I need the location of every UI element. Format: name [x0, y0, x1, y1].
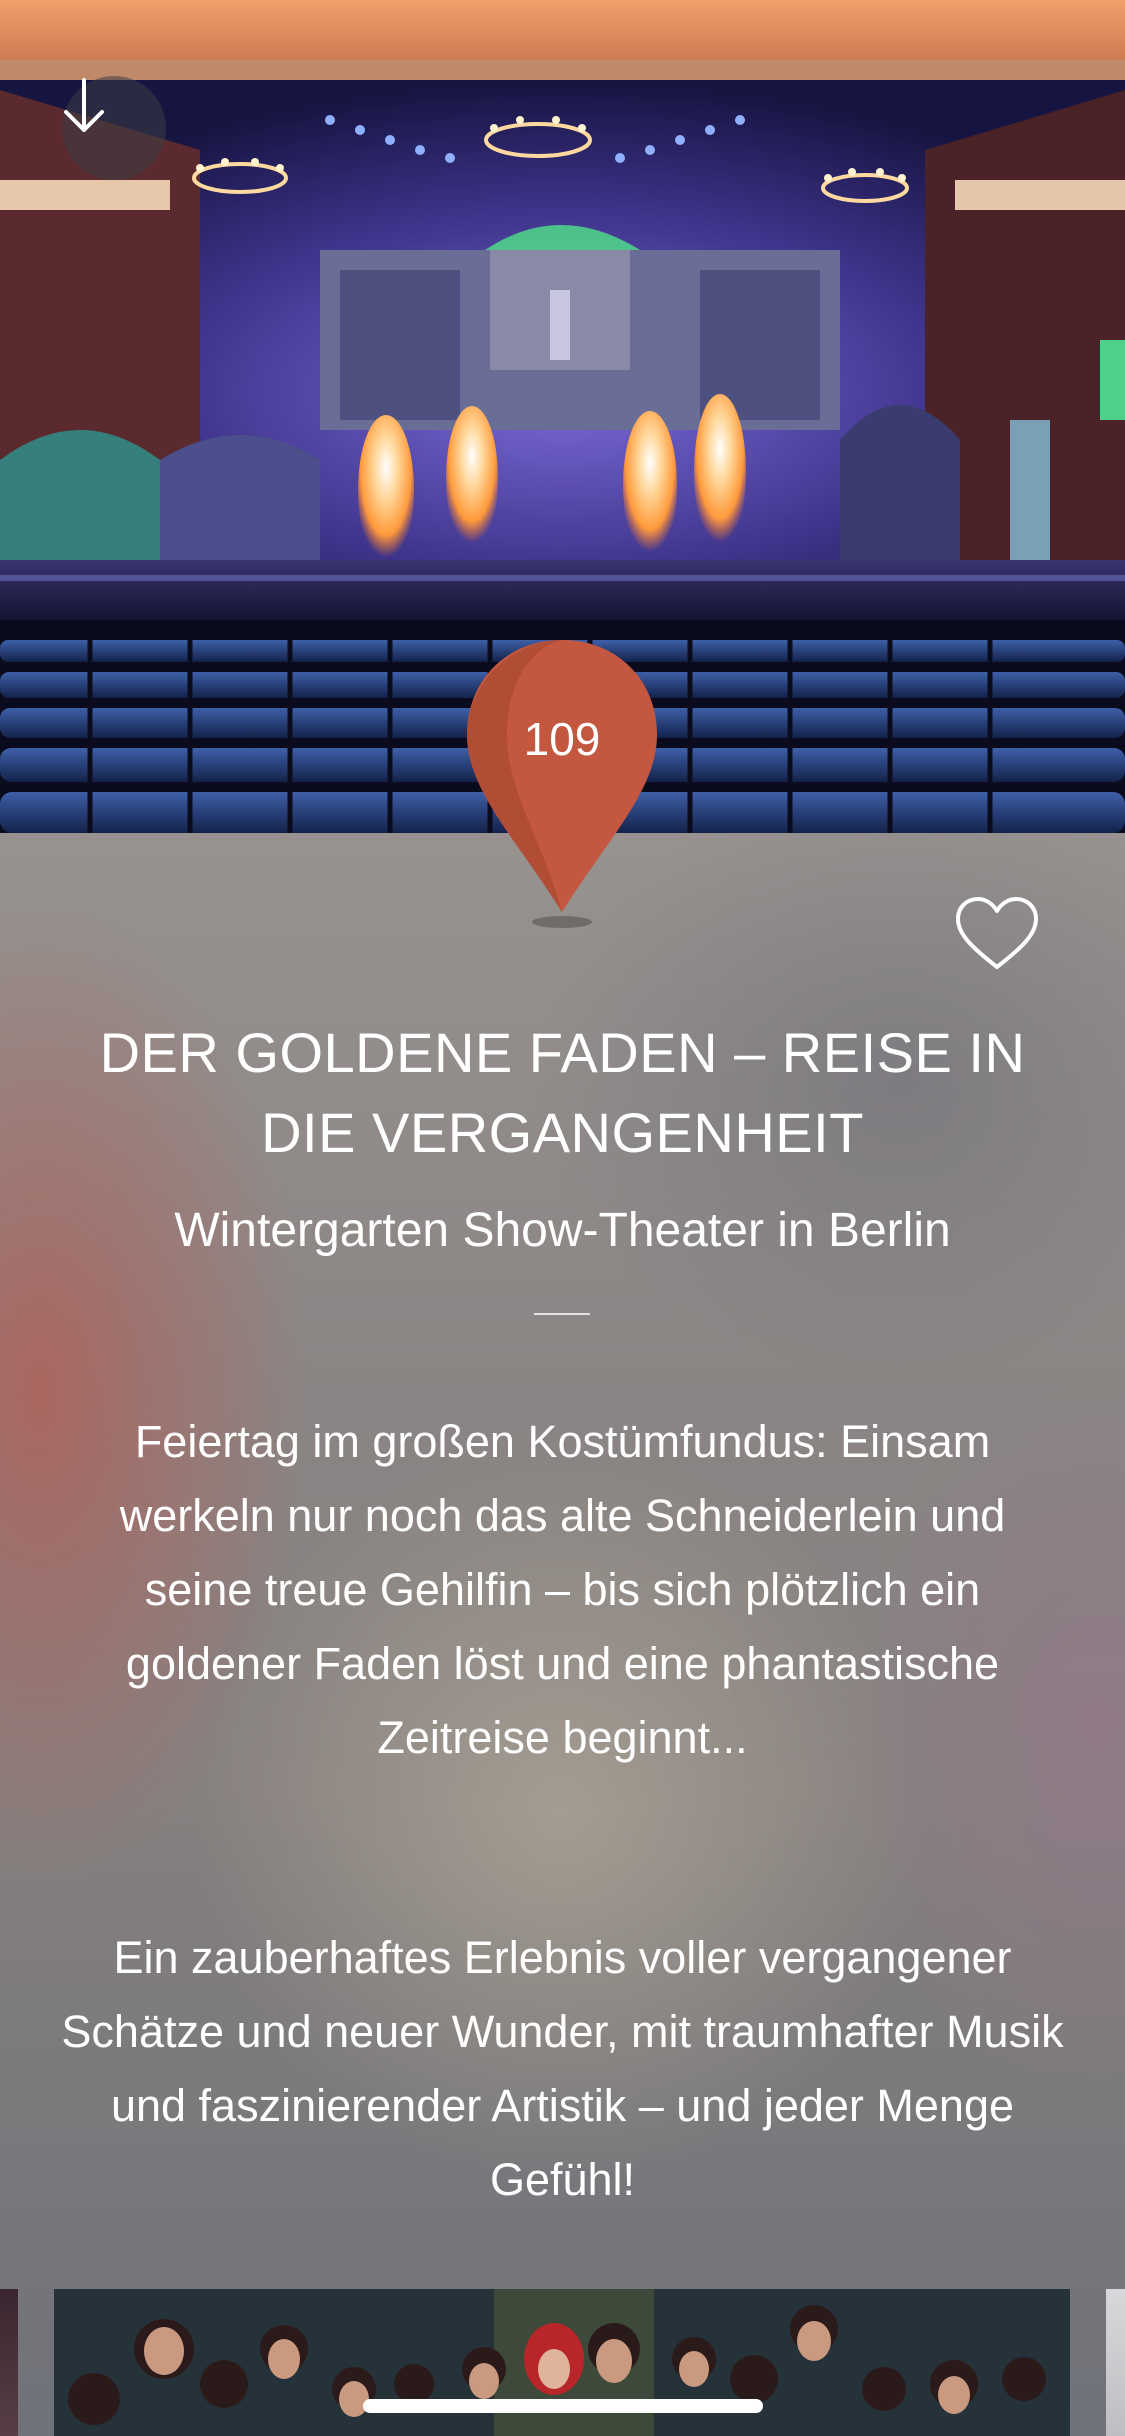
- description-paragraph: Ein zauberhaftes Erlebnis voller vergang…: [61, 1932, 1064, 2205]
- divider: [534, 1313, 590, 1315]
- event-title: DER GOLDENE FADEN – REISE IN DIE VERGANG…: [99, 1021, 1026, 1164]
- pin-number: 109: [523, 713, 601, 765]
- arrow-down-icon: [64, 78, 104, 132]
- event-details: DER GOLDENE FADEN – REISE IN DIE VERGANG…: [0, 833, 1125, 2436]
- map-pin-icon: 109: [467, 640, 657, 930]
- photo-carousel[interactable]: [0, 2289, 1125, 2436]
- cast-photo: [54, 2289, 1070, 2436]
- carousel-photo[interactable]: [1106, 2289, 1125, 2436]
- home-indicator[interactable]: [363, 2399, 763, 2413]
- back-button[interactable]: [62, 76, 166, 180]
- event-detail-screen: DER GOLDENE FADEN – REISE IN DIE VERGANG…: [0, 0, 1125, 2436]
- carousel-photo[interactable]: [54, 2289, 1070, 2436]
- carousel-photo[interactable]: [0, 2289, 18, 2436]
- description-paragraph: Feiertag im großen Kostümfundus: Einsam …: [119, 1416, 1006, 1763]
- event-venue: Wintergarten Show-Theater in Berlin: [174, 1204, 951, 1257]
- heart-outline-icon[interactable]: [954, 895, 1040, 973]
- pin-shape: [467, 640, 657, 928]
